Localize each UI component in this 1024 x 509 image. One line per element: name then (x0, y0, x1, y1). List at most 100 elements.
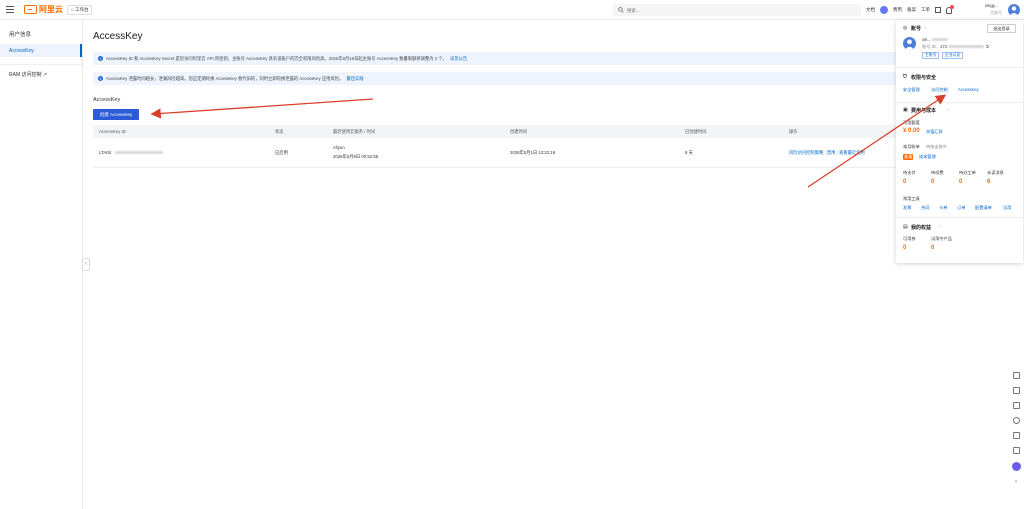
top-link-billing[interactable]: 费用 (893, 7, 902, 13)
doc-icon[interactable] (1012, 372, 1020, 379)
column-header: 最后使用云服务 / 时间 (333, 129, 376, 134)
top-link-docs[interactable]: 文档 (866, 7, 875, 13)
stat-value[interactable]: 6 (987, 179, 990, 185)
security-link-management[interactable]: 安全管理 (903, 87, 920, 93)
info-icon: i (98, 56, 103, 61)
logout-button[interactable]: 退出登录 (987, 24, 1016, 33)
avatar[interactable] (1008, 4, 1020, 16)
chevron-right-icon[interactable]: › (1013, 479, 1020, 486)
notice-text: AccessKey 泄露时间越长，泄漏风险越高。您应定期轮换 AccessKey… (106, 75, 344, 81)
recharge-link[interactable]: 充值汇款 (926, 129, 943, 135)
benefit-value[interactable]: 0 (903, 245, 906, 251)
sidebar-item-label: RAM 访问控制 (9, 72, 42, 78)
section-title: AccessKey (93, 97, 121, 103)
chevron-right-icon: › (947, 107, 949, 112)
grid-icon[interactable] (1012, 387, 1020, 394)
screen-icon[interactable] (1012, 402, 1020, 409)
tool-link-order[interactable]: 订单 (957, 205, 965, 211)
stat-label: 待续费 (931, 170, 944, 175)
stat-value[interactable]: 0 (931, 179, 934, 185)
benefit-label: 可用券 (903, 236, 916, 241)
right-tool-rail: › (1009, 372, 1023, 494)
shield-icon: ⛉ (903, 74, 907, 80)
user-role: 主账号 (990, 10, 1002, 15)
avatar (903, 37, 916, 50)
notice-banner: i AccessKey 泄露时间越长，泄漏风险越高。您应定期轮换 AccessK… (93, 72, 903, 85)
benefit-label: 试用中产品 (931, 236, 952, 241)
copy-icon[interactable]: ⧉ (986, 44, 989, 49)
top-link-icp[interactable]: 备案 (907, 7, 916, 13)
created-time: 2026年5月1日 13:22:19 (510, 150, 556, 155)
main-account-tag: 主账号 (922, 52, 940, 59)
edit-icon[interactable] (1012, 432, 1020, 439)
redacted-value (115, 151, 163, 154)
divider (0, 64, 82, 65)
account-name: xin... (922, 37, 931, 42)
main-content: AccessKey i AccessKey ID 和 AccessKey Sec… (83, 21, 1024, 509)
balance-label: 可用额度 (903, 120, 920, 125)
layers-icon[interactable] (1012, 447, 1020, 454)
gear-icon[interactable] (1012, 417, 1020, 424)
column-header: 创建时间 (510, 129, 528, 134)
balance-value: ¥ 0.00 (903, 128, 920, 134)
cost-view-tag[interactable]: 查看 (903, 154, 914, 160)
benefits-title[interactable]: 我的权益 (911, 224, 931, 231)
disable-link[interactable]: 禁用 (827, 150, 836, 155)
gift-icon: ▤ (903, 224, 908, 230)
workbench-label: 工作台 (74, 7, 89, 12)
security-link-ram[interactable]: 访问控制 (931, 87, 948, 93)
notice-banner: i AccessKey ID 和 AccessKey Secret 是您访问阿里… (93, 52, 903, 65)
last-used-service: Aliyun (333, 145, 345, 150)
top-link-ticket[interactable]: 工单 (921, 7, 930, 13)
redacted-value (948, 45, 984, 48)
stat-value[interactable]: 0 (903, 179, 906, 185)
accesskey-table: AccessKey ID 状态 最后使用云服务 / 时间 创建时间 已创建时间 … (93, 125, 903, 168)
tool-link-contract[interactable]: 合同 (921, 205, 929, 211)
user-circle-icon: ◎ (903, 25, 908, 31)
fullscreen-icon[interactable] (935, 7, 941, 13)
ai-assistant-icon[interactable] (1011, 462, 1021, 471)
ai-assistant-icon[interactable] (880, 6, 888, 14)
account-title[interactable]: 账号 (911, 25, 921, 32)
stat-label: 未读消息 (987, 170, 1004, 175)
menu-icon[interactable] (6, 6, 14, 13)
logo-text: 阿里云 (39, 5, 63, 14)
sidebar-item-label: AccessKey (9, 47, 34, 54)
cost-manage-link[interactable]: 成本管理 (919, 154, 936, 160)
column-header: AccessKey ID (99, 129, 126, 134)
create-accesskey-button[interactable]: 创建 AccessKey (93, 109, 139, 120)
wallet-icon: ▣ (903, 107, 908, 113)
divider (896, 102, 1023, 103)
table-header: AccessKey ID 状态 最后使用云服务 / 时间 创建时间 已创建时间 … (93, 125, 903, 138)
tools-label: 常用工具 (903, 196, 920, 201)
global-search[interactable] (613, 4, 861, 16)
tool-link-config-list[interactable]: 配置清单 (975, 205, 992, 211)
company-verified-tag[interactable]: 企业认证 (942, 52, 964, 59)
top-links: 文档 费用 备案 工单 (866, 4, 957, 16)
divider (896, 67, 1023, 68)
home-icon: ⌂ (71, 7, 74, 12)
workbench-button[interactable]: ⌂ 工作台 (67, 5, 93, 15)
view-calls-link[interactable]: 查看最近调用 (839, 150, 865, 155)
user-name[interactable]: xingy... (985, 3, 998, 8)
stat-value[interactable]: 0 (959, 179, 962, 185)
tool-link-trial[interactable]: 试用 (1003, 205, 1011, 211)
bell-icon[interactable] (946, 4, 954, 14)
security-link-accesskey[interactable]: AccessKey (958, 87, 979, 92)
row-actions: 风险访问控制策略 | 禁用 | 查看最近调用 (789, 150, 865, 155)
notice-link[interactable]: 详见公告 (450, 56, 467, 62)
cost-title[interactable]: 费用与成本 (911, 107, 936, 114)
sidebar-item-accesskey[interactable]: AccessKey (0, 44, 82, 57)
notice-link[interactable]: 最佳实践 (346, 76, 363, 82)
cost-label: 本月账单 (903, 144, 920, 149)
search-icon (618, 7, 624, 13)
top-navigation-bar: 阿里云 ⌂ 工作台 文档 费用 备案 工单 xingy... 主账号 (0, 0, 1024, 20)
benefit-value[interactable]: 0 (931, 245, 934, 251)
tool-link-invoice[interactable]: 发票 (903, 205, 911, 211)
aliyun-logo[interactable]: 阿里云 (24, 4, 63, 15)
search-input[interactable] (627, 7, 827, 13)
tool-link-coupon[interactable]: 卡券 (939, 205, 947, 211)
access-policy-link[interactable]: 风险访问控制策略 (789, 150, 823, 155)
logo-icon (24, 5, 37, 14)
sidebar-item-ram[interactable]: RAM 访问控制 ↗ (9, 71, 47, 78)
